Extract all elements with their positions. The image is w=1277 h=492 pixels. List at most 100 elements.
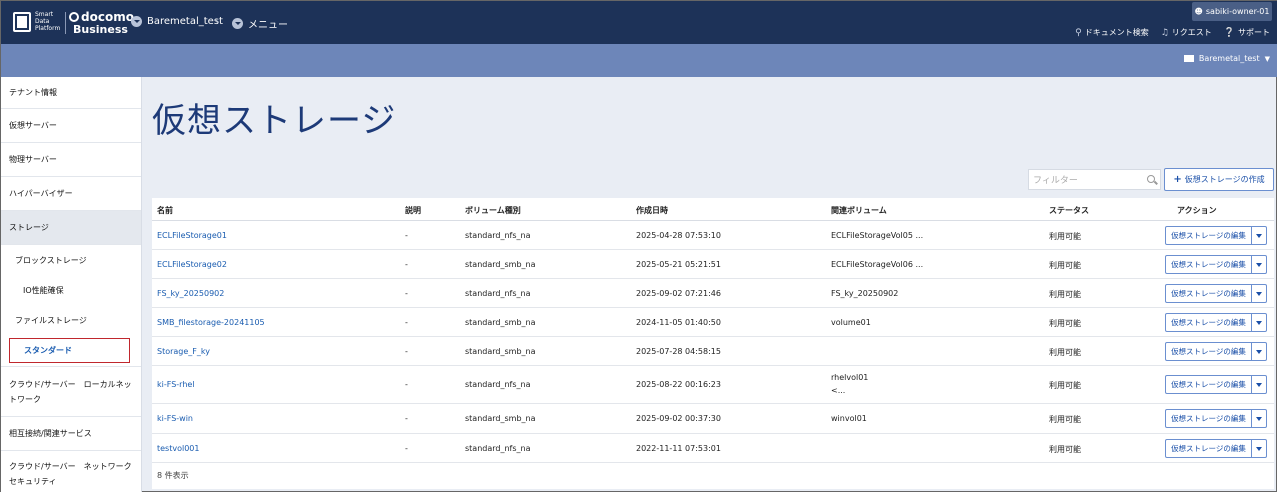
sidebar-item-tenant-info[interactable]: テナント情報 — [1, 77, 141, 109]
sidebar-item-label: 仮想サーバー — [9, 121, 57, 130]
table-row: ki-FS-win - standard_smb_na 2025-09-02 0… — [152, 404, 1274, 434]
column-header-name[interactable]: 名前 — [157, 205, 173, 216]
sidebar-item-label: IO性能確保 — [23, 285, 64, 295]
create-virtual-storage-button[interactable]: + 仮想ストレージの作成 — [1164, 168, 1274, 191]
breadcrumb-tenant-label: Baremetal_test — [147, 16, 223, 27]
column-header-created[interactable]: 作成日時 — [636, 205, 668, 216]
sidebar-item-storage[interactable]: ストレージ — [1, 211, 141, 245]
sidebar-item-block-storage[interactable]: ブロックストレージ — [1, 245, 141, 275]
row-action-group: 仮想ストレージの編集 — [1165, 284, 1269, 303]
document-search-link[interactable]: ⚲ ドキュメント検索 — [1075, 27, 1149, 38]
table-header: 名前 説明 ボリューム種別 作成日時 関連ボリューム ステータス アクション — [152, 198, 1274, 221]
storage-name-link[interactable]: SMB_filestorage-20241105 — [157, 318, 265, 327]
user-name: sabiki-owner-01 — [1205, 7, 1270, 16]
sidebar-item-hypervisor[interactable]: ハイパーバイザー — [1, 177, 141, 211]
volume-type-cell: standard_smb_na — [465, 318, 536, 327]
row-action-group: 仮想ストレージの編集 — [1165, 439, 1269, 458]
sidebar-item-label: ファイルストレージ — [15, 315, 87, 325]
action-dropdown-icon[interactable] — [1252, 226, 1267, 245]
chevron-right-icon: › — [215, 15, 220, 28]
table-row: FS_ky_20250902 - standard_nfs_na 2025-09… — [152, 279, 1274, 308]
sidebar-item-interconnect[interactable]: 相互接続/関連サービス — [1, 417, 141, 451]
volume-type-cell: standard_smb_na — [465, 347, 536, 356]
status-cell: 利用可能 — [1049, 261, 1081, 270]
plus-icon: + — [1173, 174, 1182, 185]
description-cell: - — [405, 318, 408, 327]
support-link[interactable]: ❔ サポート — [1224, 27, 1270, 38]
table-row: ki-FS-rhel - standard_nfs_na 2025-08-22 … — [152, 366, 1274, 404]
column-header-volume-type[interactable]: ボリューム種別 — [465, 205, 521, 216]
column-header-description[interactable]: 説明 — [405, 205, 421, 216]
sidebar-item-physical-server[interactable]: 物理サーバー — [1, 143, 141, 177]
table-row: ECLFileStorage02 - standard_smb_na 2025-… — [152, 250, 1274, 279]
status-cell: 利用可能 — [1049, 415, 1081, 424]
sidebar-item-label: テナント情報 — [9, 88, 57, 97]
volume-type-cell: standard_nfs_na — [465, 444, 531, 453]
tenant-bar: Baremetal_test ▼ — [1, 44, 1277, 77]
status-cell: 利用可能 — [1049, 290, 1081, 299]
action-dropdown-icon[interactable] — [1252, 409, 1267, 428]
table-row: SMB_filestorage-20241105 - standard_smb_… — [152, 308, 1274, 337]
sidebar-item-standard[interactable]: スタンダード — [9, 338, 130, 363]
sidebar-item-local-network[interactable]: クラウド/サーバー ローカルネットワーク — [1, 367, 141, 417]
chevron-down-circle-icon — [131, 16, 142, 27]
storage-name-link[interactable]: ECLFileStorage02 — [157, 260, 227, 269]
storage-name-link[interactable]: FS_ky_20250902 — [157, 289, 224, 298]
row-action-group: 仮想ストレージの編集 — [1165, 409, 1269, 428]
created-cell: 2025-04-28 07:53:10 — [636, 231, 721, 240]
sidebar-item-network-security[interactable]: クラウド/サーバー ネットワークセキュリティ — [1, 451, 141, 492]
action-dropdown-icon[interactable] — [1252, 375, 1267, 394]
breadcrumb-menu-label: メニュー — [248, 20, 288, 31]
storage-name-link[interactable]: ki-FS-win — [157, 414, 193, 423]
sidebar-item-io-performance[interactable]: IO性能確保 — [1, 275, 141, 305]
tenant-selector[interactable]: Baremetal_test ▼ — [1183, 54, 1270, 63]
action-dropdown-icon[interactable] — [1252, 342, 1267, 361]
edit-virtual-storage-button[interactable]: 仮想ストレージの編集 — [1165, 439, 1252, 458]
user-menu-button[interactable]: ☻ sabiki-owner-01 — [1192, 2, 1272, 21]
page-title: 仮想ストレージ — [152, 101, 397, 141]
virtual-storage-table: 名前 説明 ボリューム種別 作成日時 関連ボリューム ステータス アクション E… — [152, 198, 1274, 489]
smart-data-platform-logo-icon[interactable] — [13, 12, 31, 32]
related-volume-more[interactable]: <... — [831, 386, 845, 395]
status-cell: 利用可能 — [1049, 381, 1081, 390]
action-dropdown-icon[interactable] — [1252, 439, 1267, 458]
sidebar-item-label: ストレージ — [9, 223, 49, 232]
sidebar-item-label: ハイパーバイザー — [9, 189, 73, 198]
edit-virtual-storage-button[interactable]: 仮想ストレージの編集 — [1165, 255, 1252, 274]
volume-type-cell: standard_smb_na — [465, 414, 536, 423]
storage-name-link[interactable]: ECLFileStorage01 — [157, 231, 227, 240]
description-cell: - — [405, 414, 408, 423]
edit-virtual-storage-button[interactable]: 仮想ストレージの編集 — [1165, 342, 1252, 361]
request-link[interactable]: ♫ リクエスト — [1161, 27, 1212, 38]
created-cell: 2025-08-22 00:16:23 — [636, 380, 721, 389]
breadcrumb-menu[interactable]: メニュー — [232, 16, 288, 31]
filter-input[interactable]: フィルター — [1028, 169, 1161, 190]
tenant-card-icon — [1183, 55, 1194, 62]
action-dropdown-icon[interactable] — [1252, 255, 1267, 274]
filter-placeholder: フィルター — [1033, 176, 1078, 186]
sidebar-item-virtual-server[interactable]: 仮想サーバー — [1, 109, 141, 143]
related-volume-cell: FS_ky_20250902 — [831, 289, 899, 298]
description-cell: - — [405, 260, 408, 269]
action-dropdown-icon[interactable] — [1252, 284, 1267, 303]
brand-business: Business — [73, 23, 128, 36]
edit-virtual-storage-button[interactable]: 仮想ストレージの編集 — [1165, 375, 1252, 394]
edit-virtual-storage-button[interactable]: 仮想ストレージの編集 — [1165, 226, 1252, 245]
column-header-related-volume[interactable]: 関連ボリューム — [831, 205, 887, 216]
created-cell: 2025-05-21 05:21:51 — [636, 260, 721, 269]
sidebar-item-label: スタンダード — [24, 346, 72, 355]
storage-name-link[interactable]: testvol001 — [157, 444, 199, 453]
storage-name-link[interactable]: Storage_F_ky — [157, 347, 210, 356]
edit-virtual-storage-button[interactable]: 仮想ストレージの編集 — [1165, 409, 1252, 428]
chevron-down-circle-icon — [232, 18, 243, 29]
action-dropdown-icon[interactable] — [1252, 313, 1267, 332]
edit-virtual-storage-button[interactable]: 仮想ストレージの編集 — [1165, 284, 1252, 303]
related-volume-cell: rhelvol01 — [831, 373, 869, 382]
breadcrumb-tenant[interactable]: Baremetal_test — [131, 16, 223, 27]
storage-name-link[interactable]: ki-FS-rhel — [157, 380, 195, 389]
column-header-status[interactable]: ステータス — [1049, 205, 1089, 216]
sidebar-item-file-storage[interactable]: ファイルストレージ — [1, 305, 141, 335]
description-cell: - — [405, 289, 408, 298]
edit-virtual-storage-button[interactable]: 仮想ストレージの編集 — [1165, 313, 1252, 332]
related-volume-cell: ECLFileStorageVol05 ... — [831, 231, 924, 240]
